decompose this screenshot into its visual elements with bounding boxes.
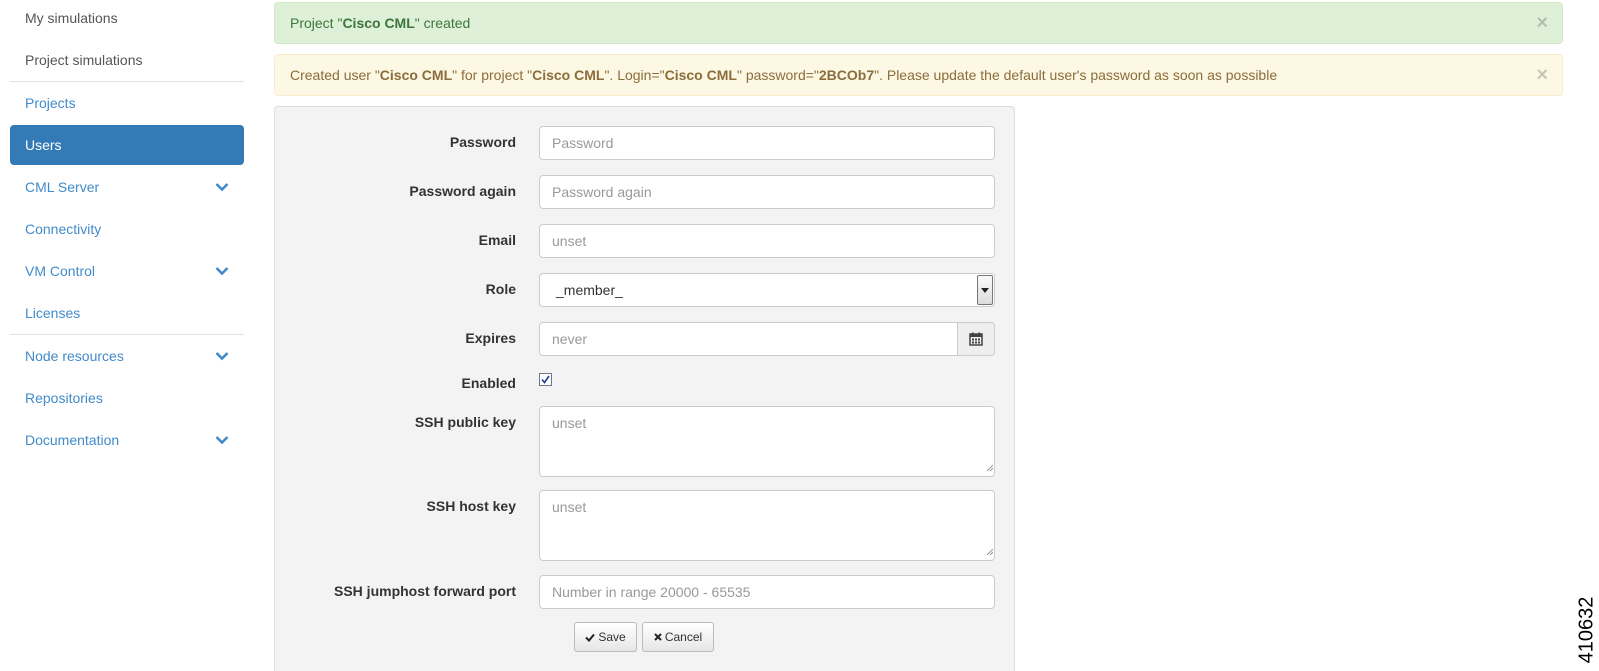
- sidebar-item-repositories[interactable]: Repositories: [10, 377, 244, 419]
- calendar-icon: [969, 332, 983, 346]
- chevron-down-icon[interactable]: [214, 250, 230, 292]
- sidebar-item-connectivity[interactable]: Connectivity: [10, 208, 244, 250]
- warning-alert-text: Created user "Cisco CML" for project "Ci…: [290, 67, 1278, 83]
- expires-label: Expires: [465, 330, 516, 346]
- email-field[interactable]: [539, 224, 995, 258]
- save-button[interactable]: Save: [574, 622, 637, 652]
- calendar-button[interactable]: [957, 322, 995, 356]
- sidebar-item-my-simulations[interactable]: My simulations: [10, 0, 244, 39]
- sidebar-item-label: Projects: [25, 95, 76, 111]
- figure-id-text: 410632: [1575, 596, 1598, 664]
- password-label: Password: [449, 134, 516, 150]
- resize-grip-icon[interactable]: [986, 464, 993, 471]
- sidebar-item-label: Project simulations: [25, 52, 143, 68]
- sidebar-item-cml-server[interactable]: CML Server: [10, 166, 244, 208]
- user-form-panel: Password Password again Email Role _memb…: [274, 106, 1015, 671]
- expires-date-group: [539, 322, 995, 356]
- sidebar-nav: My simulations Project simulations Proje…: [10, 0, 244, 461]
- ssh-host-key-label: SSH host key: [426, 498, 516, 514]
- sidebar-item-documentation[interactable]: Documentation: [10, 419, 244, 461]
- password-input[interactable]: [539, 126, 995, 160]
- save-button-label: Save: [598, 630, 626, 644]
- ssh-public-key-textarea[interactable]: [539, 406, 995, 477]
- success-alert: Project "Cisco CML" created ×: [274, 2, 1563, 44]
- sidebar-item-label: My simulations: [25, 10, 118, 26]
- ssh-public-key-label: SSH public key: [414, 414, 516, 430]
- success-alert-text: Project "Cisco CML" created: [290, 15, 471, 31]
- sidebar-item-label: Users: [25, 137, 62, 153]
- chevron-down-icon[interactable]: [214, 335, 230, 377]
- sidebar-item-users[interactable]: Users: [10, 125, 244, 165]
- ssh-host-key-textarea[interactable]: [539, 490, 995, 561]
- sidebar-item-project-simulations[interactable]: Project simulations: [10, 39, 244, 81]
- close-icon: [654, 633, 662, 641]
- sidebar-item-label: Connectivity: [25, 221, 102, 237]
- close-icon[interactable]: ×: [1536, 55, 1548, 95]
- sidebar-item-label: VM Control: [25, 263, 96, 279]
- password-again-input[interactable]: [539, 175, 995, 209]
- sidebar-item-licenses[interactable]: Licenses: [10, 292, 244, 334]
- sidebar-item-projects[interactable]: Projects: [10, 82, 244, 124]
- role-label: Role: [485, 281, 516, 297]
- resize-grip-icon[interactable]: [986, 548, 993, 555]
- sidebar-item-label: CML Server: [25, 179, 100, 195]
- sidebar-item-label: Documentation: [25, 432, 120, 448]
- ssh-jumphost-port-input[interactable]: [539, 575, 995, 609]
- warning-alert: Created user "Cisco CML" for project "Ci…: [274, 54, 1563, 96]
- checkmark-icon: [541, 375, 550, 384]
- chevron-down-icon[interactable]: [214, 419, 230, 461]
- password-again-label: Password again: [409, 183, 516, 199]
- enabled-label: Enabled: [461, 375, 516, 391]
- dropdown-arrow-icon[interactable]: [977, 275, 993, 305]
- close-icon[interactable]: ×: [1536, 3, 1548, 43]
- chevron-down-icon[interactable]: [214, 166, 230, 208]
- email-label: Email: [478, 232, 516, 248]
- sidebar-item-vm-control[interactable]: VM Control: [10, 250, 244, 292]
- cancel-button-label: Cancel: [664, 630, 703, 644]
- sidebar-item-label: Repositories: [25, 390, 103, 406]
- cancel-button[interactable]: Cancel: [642, 622, 714, 652]
- ssh-jumphost-port-label: SSH jumphost forward port: [334, 583, 516, 599]
- figure-id: 410632: [1575, 594, 1599, 666]
- enabled-checkbox[interactable]: [539, 373, 552, 386]
- sidebar-item-node-resources[interactable]: Node resources: [10, 335, 244, 377]
- sidebar-item-label: Licenses: [25, 305, 81, 321]
- role-select[interactable]: _member_: [539, 273, 995, 307]
- expires-input[interactable]: [539, 322, 958, 356]
- checkmark-icon: [585, 633, 596, 642]
- sidebar-item-label: Node resources: [25, 348, 124, 364]
- role-select-value: _member_: [556, 282, 623, 298]
